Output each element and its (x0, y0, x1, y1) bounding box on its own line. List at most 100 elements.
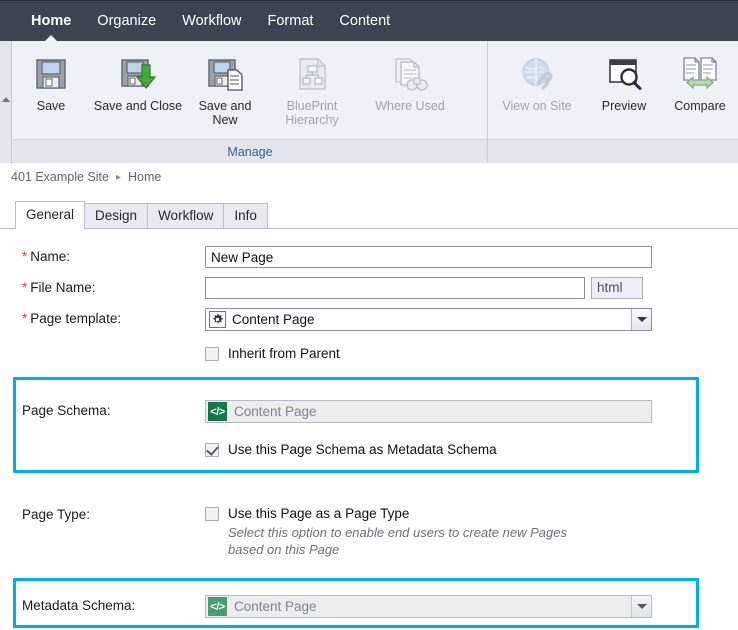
menu-item-organize-label: Organize (97, 12, 157, 29)
compare-button[interactable]: Compare (662, 47, 738, 113)
breadcrumb-current[interactable]: Home (128, 170, 161, 184)
page-template-required-marker: * (22, 311, 28, 326)
name-input[interactable] (205, 246, 652, 268)
documents-binoculars-icon (390, 51, 430, 97)
menu-item-workflow[interactable]: Workflow (169, 1, 254, 42)
breadcrumb-separator-icon: ▸ (115, 171, 122, 183)
menu-item-home[interactable]: Home (18, 1, 84, 42)
form-row-metadata-schema: Metadata Schema: </> Content Page (0, 595, 652, 618)
view-on-site-button[interactable]: View on Site (488, 47, 586, 113)
ribbon-group-manage-label: Manage (13, 139, 487, 163)
ribbon-group-manage: Save Save and Close Save and New BluePri… (13, 41, 487, 163)
metadata-schema-label: Metadata Schema: (22, 598, 136, 613)
menu-item-workflow-label: Workflow (182, 12, 242, 29)
save-button-label: Save (36, 99, 66, 113)
form-row-file-name: * File Name: html (0, 277, 643, 299)
page-type-label: Page Type: (22, 507, 91, 522)
breadcrumb: 401 Example Site ▸ Home (0, 164, 738, 190)
where-used-button[interactable]: Where Used (361, 47, 459, 113)
compare-button-label: Compare (674, 99, 726, 113)
menu-item-organize[interactable]: Organize (84, 1, 169, 42)
save-and-close-button[interactable]: Save and Close (89, 47, 187, 113)
tab-workflow[interactable]: Workflow (147, 203, 225, 228)
floppy-disk-document-icon (204, 51, 246, 97)
main-menu-bar: Home Organize Workflow Format Content (0, 0, 738, 42)
save-and-new-button-label: Save and New (198, 99, 252, 127)
save-and-new-button[interactable]: Save and New (187, 47, 263, 127)
page-template-label-text: Page template: (30, 311, 122, 326)
breadcrumb-root[interactable]: 401 Example Site (11, 170, 109, 184)
tab-general-label: General (26, 207, 75, 222)
ribbon-group-view: View on Site Preview Compare (487, 41, 738, 163)
menu-item-content-label: Content (339, 12, 391, 29)
ribbon-group-view-label (488, 139, 738, 163)
menu-item-format-label: Format (267, 12, 314, 29)
page-schema-field[interactable]: </> Content Page (205, 400, 652, 423)
page-type-checkbox-label: Use this Page as a Page Type (228, 506, 410, 521)
file-name-label: * File Name: (0, 277, 205, 299)
tab-info[interactable]: Info (223, 203, 268, 228)
view-on-site-button-label: View on Site (502, 99, 572, 113)
metadata-schema-chevron-down-icon[interactable] (631, 596, 651, 617)
name-label: * Name: (0, 246, 205, 268)
floppy-disk-green-arrow-icon (117, 51, 159, 97)
file-name-required-marker: * (22, 280, 28, 295)
page-schema-value: Content Page (234, 404, 317, 419)
page-type-checkbox-row[interactable]: Use this Page as a Page Type Select this… (205, 504, 567, 558)
page-properties-window: Home Organize Workflow Format Content Sa… (0, 0, 738, 630)
use-page-schema-as-metadata-checkbox[interactable] (205, 443, 219, 457)
tab-strip: General Design Workflow Info (0, 200, 738, 229)
preview-button-label: Preview (601, 99, 647, 113)
where-used-button-label: Where Used (375, 99, 445, 113)
documents-compare-icon (680, 51, 720, 97)
page-type-hint-line2: based on this Page (228, 542, 340, 557)
page-template-chevron-down-icon[interactable] (631, 309, 651, 330)
scroll-up-arrow-icon (2, 97, 10, 102)
form-row-inherit-from-parent: Inherit from Parent (0, 344, 340, 364)
tab-workflow-label: Workflow (158, 208, 214, 223)
menu-item-content[interactable]: Content (326, 1, 403, 42)
form-row-use-page-schema-as-metadata: Use this Page Schema as Metadata Schema (0, 440, 497, 460)
menu-item-home-label: Home (31, 12, 72, 29)
tab-general[interactable]: General (15, 201, 86, 229)
page-template-value: Content Page (232, 312, 315, 327)
form-row-page-schema: Page Schema: </> Content Page (0, 400, 652, 423)
blueprint-hierarchy-button[interactable]: BluePrint Hierarchy (263, 47, 361, 127)
tab-design-label: Design (95, 208, 138, 223)
globe-link-icon (517, 51, 557, 97)
page-type-hint-line1: Select this option to enable end users t… (228, 525, 567, 540)
inherit-from-parent-checkbox[interactable] (205, 347, 219, 361)
form-row-page-template: * Page template: Content Page (0, 308, 652, 331)
tab-info-label: Info (234, 208, 257, 223)
gear-icon (209, 311, 226, 328)
name-label-text: Name: (30, 249, 71, 264)
use-page-schema-as-metadata-checkbox-row[interactable]: Use this Page Schema as Metadata Schema (205, 440, 497, 460)
window-magnifier-icon (604, 51, 644, 97)
tab-design[interactable]: Design (84, 203, 149, 228)
metadata-schema-field[interactable]: </> Content Page (205, 595, 652, 618)
preview-button[interactable]: Preview (586, 47, 662, 113)
file-name-extension-suffix: html (591, 277, 643, 299)
code-brackets-icon: </> (208, 597, 227, 616)
page-template-label: * Page template: (0, 308, 205, 330)
inherit-from-parent-label: Inherit from Parent (228, 346, 340, 361)
ribbon-scroll-up[interactable] (0, 41, 12, 163)
file-name-input[interactable] (205, 277, 585, 299)
file-name-label-text: File Name: (30, 280, 96, 295)
save-button[interactable]: Save (13, 47, 89, 113)
general-tab-form: *Name: *File Name: html *Page template: (0, 232, 738, 630)
code-brackets-icon: </> (208, 402, 227, 421)
ribbon-toolbar: Save Save and Close Save and New BluePri… (0, 41, 738, 163)
form-row-name: * Name: (0, 246, 652, 268)
blueprint-hierarchy-button-label: BluePrint Hierarchy (285, 99, 339, 127)
metadata-schema-value: Content Page (234, 599, 317, 614)
page-schema-label: Page Schema: (22, 403, 111, 418)
use-page-schema-as-metadata-label: Use this Page Schema as Metadata Schema (228, 442, 497, 457)
inherit-from-parent-checkbox-row[interactable]: Inherit from Parent (205, 344, 340, 364)
name-required-marker: * (22, 249, 28, 264)
page-type-checkbox[interactable] (205, 507, 219, 521)
page-template-dropdown[interactable]: Content Page (205, 308, 652, 331)
menu-item-format[interactable]: Format (255, 1, 327, 42)
form-row-page-type: Page Type: Use this Page as a Page Type … (0, 504, 567, 558)
floppy-disk-icon (31, 51, 71, 97)
